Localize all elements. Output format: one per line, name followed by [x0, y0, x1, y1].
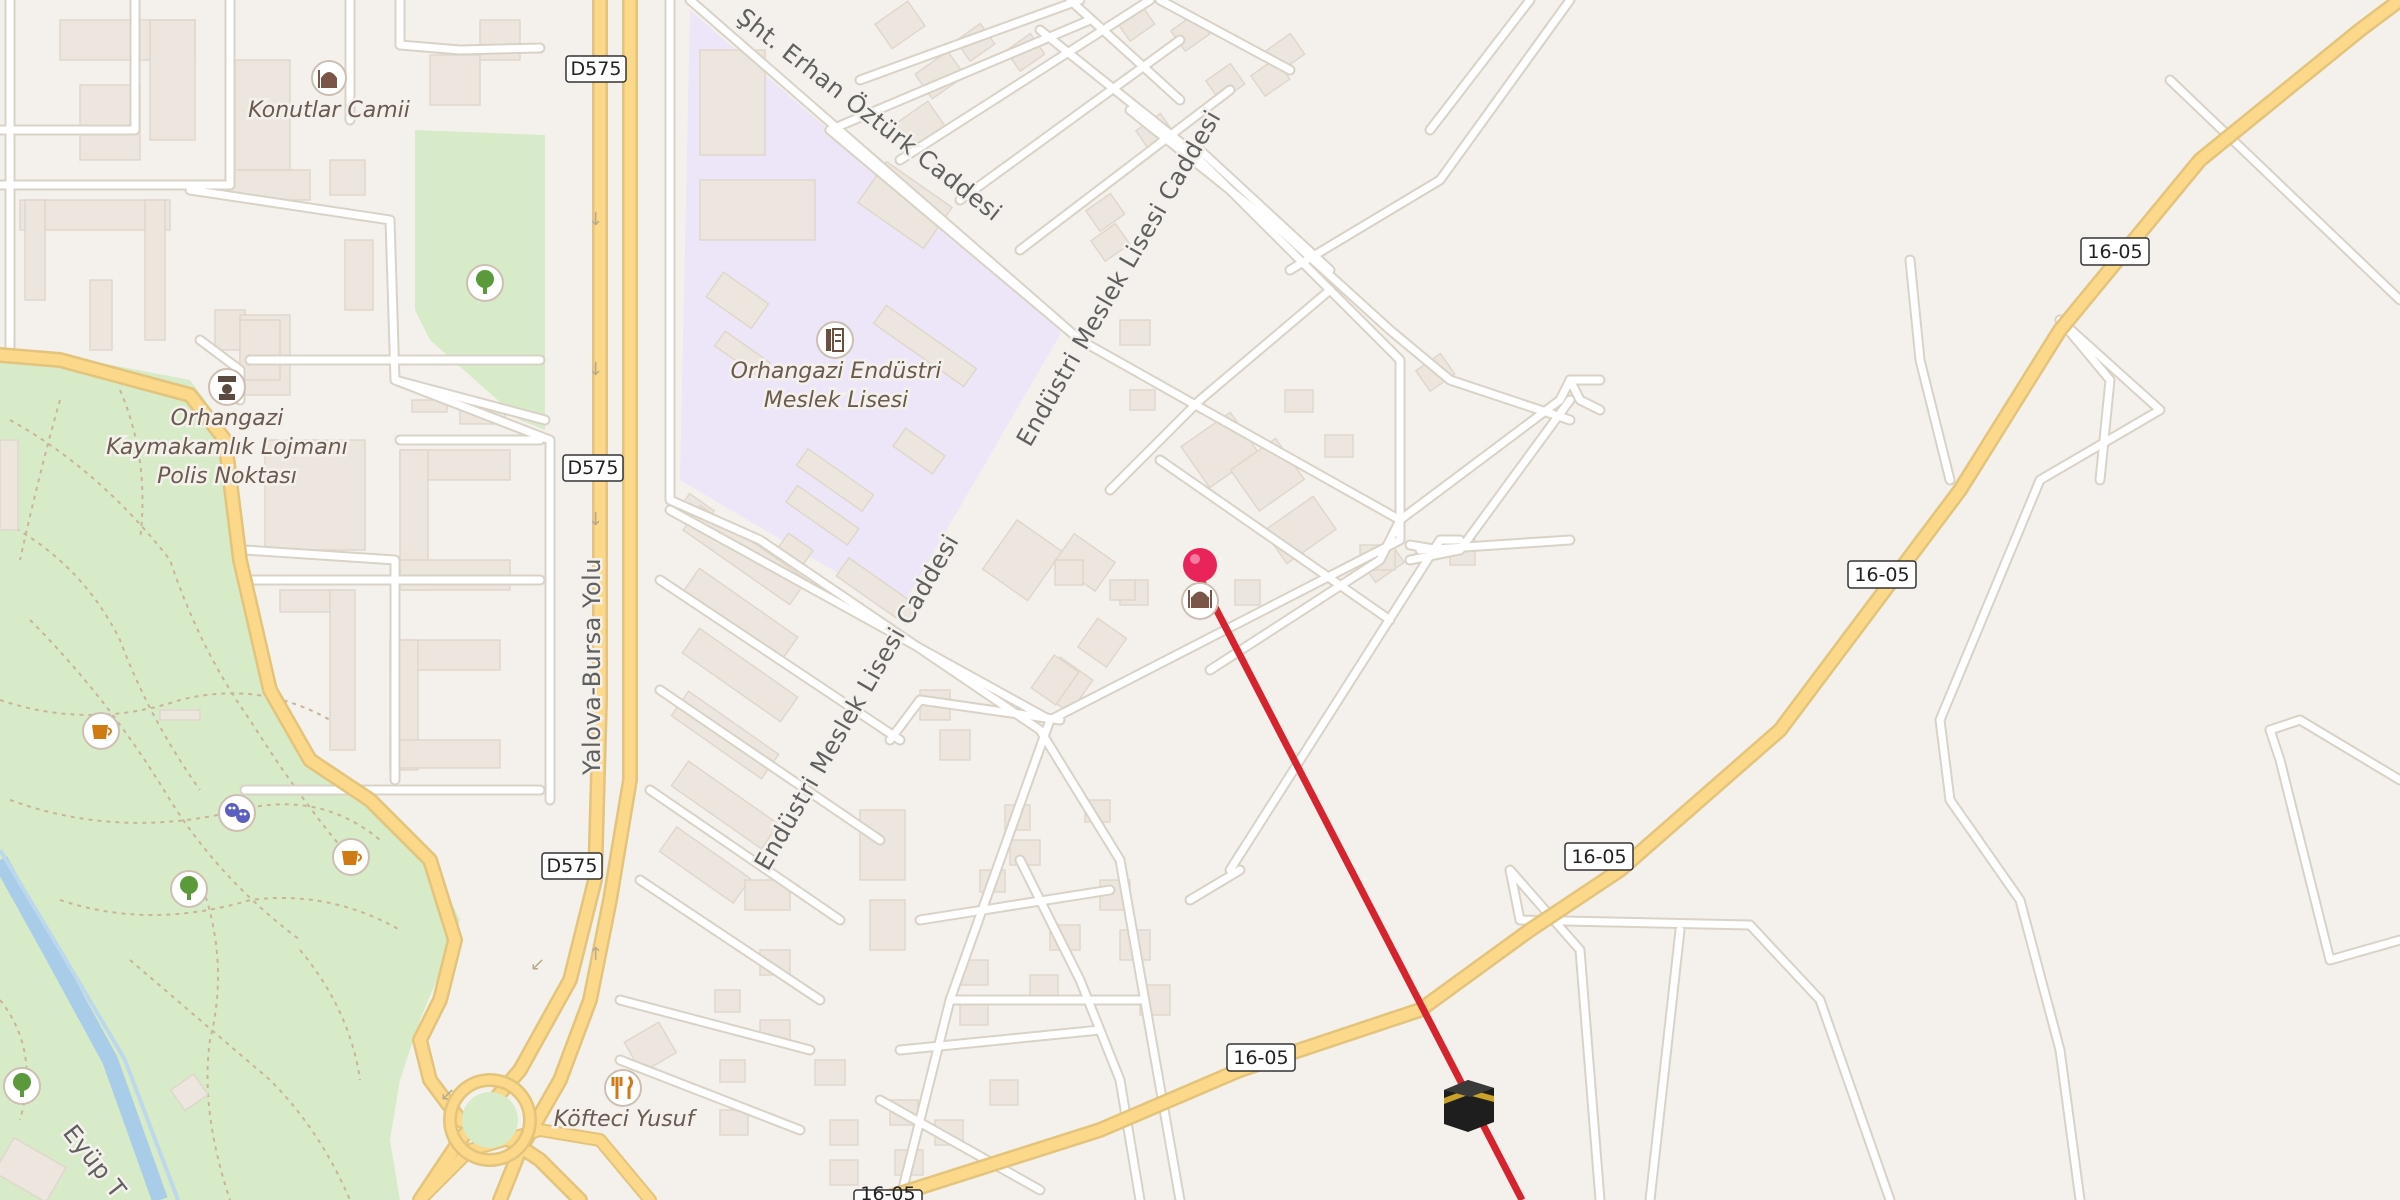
- svg-text:↓: ↓: [588, 509, 603, 530]
- svg-text:↓: ↓: [588, 359, 603, 380]
- svg-text:16-05: 16-05: [2087, 241, 2142, 263]
- road-shield-d575-a: D575: [565, 55, 627, 83]
- poi-cafe-2[interactable]: [332, 838, 370, 876]
- road-shield-1605-b: 16-05: [1847, 560, 1917, 589]
- svg-text:Meslek Lisesi: Meslek Lisesi: [764, 388, 908, 413]
- svg-text:Konutlar Camii: Konutlar Camii: [248, 98, 410, 123]
- svg-text:16-05: 16-05: [1854, 564, 1909, 586]
- svg-text:↓: ↓: [588, 209, 603, 230]
- poi-park-tree-1: [466, 264, 504, 302]
- svg-text:Orhangazi Endüstri: Orhangazi Endüstri: [731, 359, 942, 384]
- road-shield-1605-e: 16-05: [853, 1183, 923, 1200]
- poi-selected-place[interactable]: [1181, 582, 1219, 620]
- svg-text:Polis Noktası: Polis Noktası: [157, 464, 297, 489]
- svg-text:↑: ↑: [588, 944, 603, 965]
- location-pin-icon[interactable]: [1183, 548, 1217, 582]
- svg-text:D575: D575: [571, 58, 622, 80]
- svg-text:D575: D575: [568, 457, 619, 479]
- poi-theatre[interactable]: [218, 794, 256, 832]
- svg-text:16-05: 16-05: [860, 1183, 915, 1200]
- road-shield-1605-c: 16-05: [1564, 842, 1634, 871]
- poi-cafe-1[interactable]: [82, 712, 120, 750]
- road-shield-1605-a: 16-05: [2080, 237, 2150, 266]
- street-label-yalova-bursa-yolu: Yalova-Bursa Yolu: [578, 558, 606, 776]
- svg-text:16-05: 16-05: [1571, 846, 1626, 868]
- road-shield-1605-d: 16-05: [1226, 1043, 1296, 1072]
- svg-text:↙: ↙: [440, 1084, 455, 1105]
- svg-text:Orhangazi: Orhangazi: [171, 406, 284, 431]
- svg-text:↙: ↙: [530, 954, 545, 975]
- svg-text:Köfteci Yusuf: Köfteci Yusuf: [554, 1107, 698, 1132]
- road-shield-d575-b: D575: [562, 454, 624, 482]
- poi-park-tree-2: [170, 870, 208, 908]
- poi-park-tree-3: [3, 1067, 41, 1105]
- map-canvas[interactable]: ↓ ↓ ↓ ↑ ↙ ↙ D575 D575 D575 16-05 16-05 1…: [0, 0, 2400, 1200]
- kaaba-icon[interactable]: [1444, 1080, 1494, 1132]
- road-shield-d575-c: D575: [541, 852, 603, 880]
- svg-text:16-05: 16-05: [1233, 1047, 1288, 1069]
- svg-text:Kaymakamlık Lojmanı: Kaymakamlık Lojmanı: [106, 435, 347, 460]
- svg-text:D575: D575: [547, 855, 598, 877]
